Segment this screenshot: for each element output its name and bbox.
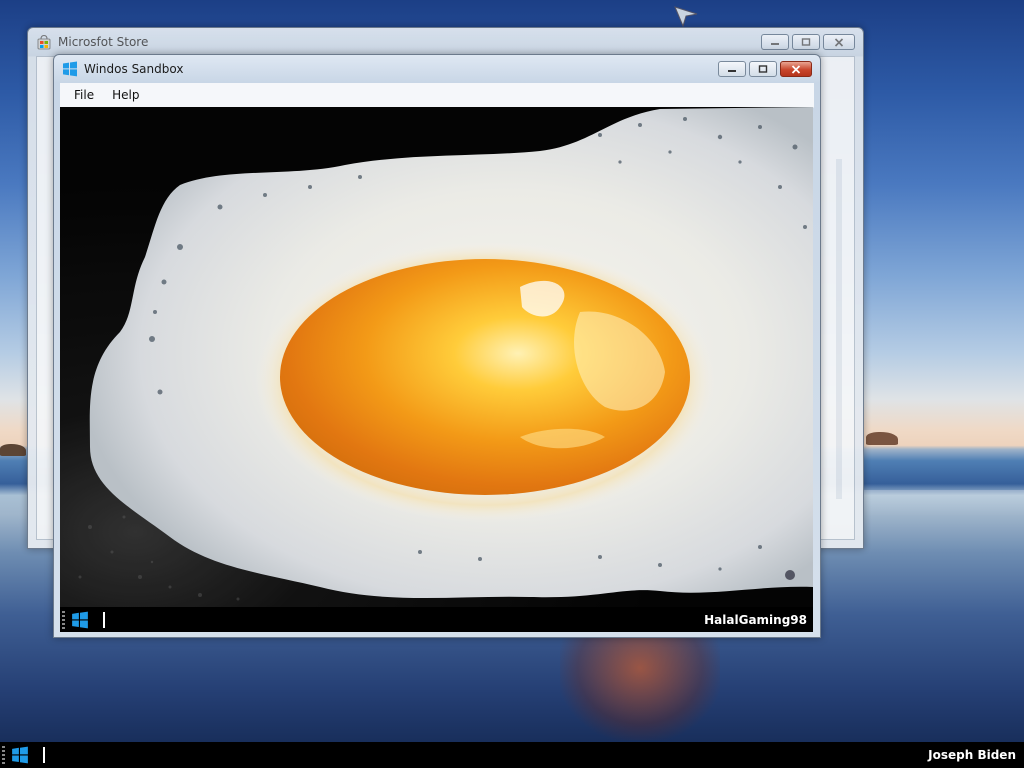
taskbar-grip[interactable] — [62, 611, 65, 629]
taskbar-search-caret[interactable] — [43, 747, 45, 763]
store-window-controls — [761, 34, 855, 50]
minimize-icon — [728, 70, 736, 72]
close-icon — [834, 37, 844, 47]
store-bag-icon — [37, 34, 51, 50]
minimize-icon — [771, 43, 779, 45]
windows-logo-icon[interactable] — [11, 746, 29, 764]
mouse-pointer-icon — [674, 6, 698, 28]
host-taskbar: Joseph Biden — [0, 742, 1024, 768]
sandbox-taskbar: HalalGaming98 — [60, 608, 813, 632]
sandbox-username: HalalGaming98 — [704, 613, 807, 627]
close-icon — [791, 64, 801, 74]
fried-egg-wallpaper — [60, 107, 813, 607]
store-minimize-button[interactable] — [761, 34, 789, 50]
sea-rock — [866, 432, 898, 445]
sandbox-window[interactable]: Windos Sandbox File Help HalalGaming98 — [53, 54, 821, 638]
sunset-reflection — [560, 620, 720, 740]
sandbox-close-button[interactable] — [780, 61, 812, 77]
store-window-title: Microsfot Store — [58, 35, 149, 49]
taskbar-search-caret[interactable] — [103, 612, 105, 628]
host-username: Joseph Biden — [928, 748, 1016, 762]
taskbar-grip[interactable] — [2, 746, 5, 764]
sandbox-window-controls — [718, 61, 812, 77]
sandbox-minimize-button[interactable] — [718, 61, 746, 77]
store-maximize-button[interactable] — [792, 34, 820, 50]
menu-help[interactable]: Help — [104, 88, 147, 102]
sea-shimmer — [862, 490, 1024, 516]
sandbox-window-title: Windos Sandbox — [84, 62, 184, 76]
sandbox-menubar: File Help — [60, 83, 814, 108]
windows-logo-icon — [63, 61, 77, 77]
maximize-icon — [801, 38, 811, 46]
store-scrollbar[interactable] — [836, 159, 842, 499]
store-close-button[interactable] — [823, 34, 855, 50]
maximize-icon — [758, 65, 768, 73]
sandbox-screen[interactable]: HalalGaming98 — [60, 107, 813, 632]
sandbox-maximize-button[interactable] — [749, 61, 777, 77]
store-titlebar[interactable]: Microsfot Store — [28, 28, 863, 56]
sandbox-titlebar[interactable]: Windos Sandbox — [54, 55, 820, 83]
sea-rock-left — [0, 444, 26, 456]
windows-logo-icon[interactable] — [71, 611, 89, 629]
menu-file[interactable]: File — [66, 88, 102, 102]
desktop: Microsfot Store Windos Sandbox File Help… — [0, 0, 1024, 768]
